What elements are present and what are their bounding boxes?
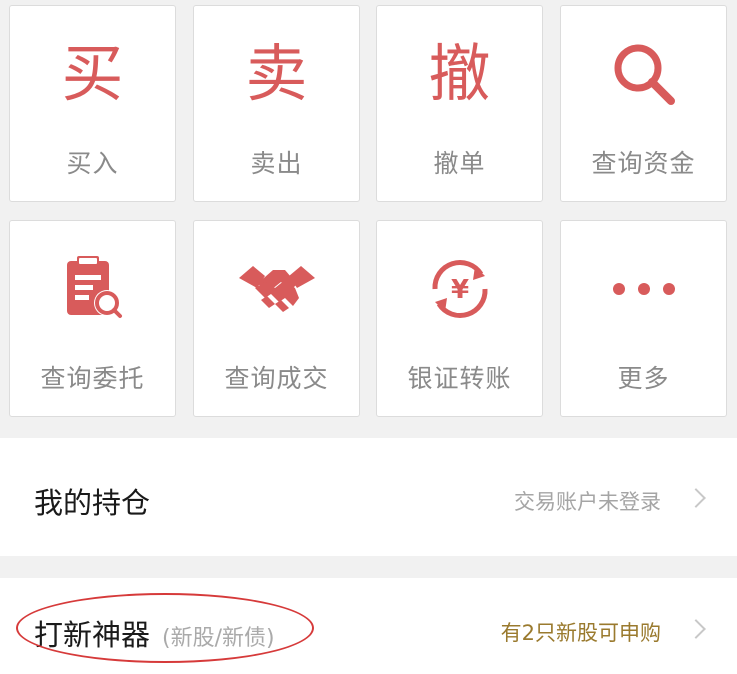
ipo-tool-row[interactable]: 打新神器 (新股/新债) 有2只新股可申购 [0,578,737,674]
sell-label: 卖出 [250,149,303,178]
my-positions-row[interactable]: 我的持仓 交易账户未登录 [0,438,737,556]
query-funds-label: 查询资金 [591,149,696,178]
trade-function-grid: 买 买入 卖 卖出 撤 撤单 查询资金 查询委托 查询成交 ¥ 银证转账 更多 [0,0,737,437]
more-label: 更多 [617,364,670,393]
sell-glyph-icon: 卖 [245,37,308,110]
clipboard-search-icon [10,249,175,329]
yen-transfer-icon: ¥ [377,249,542,329]
buy-label: 买入 [66,149,119,178]
ipo-tool-title-group: 打新神器 (新股/新债) [34,612,275,654]
more-tile[interactable]: 更多 [560,220,727,417]
svg-text:¥: ¥ [450,275,468,305]
query-orders-tile[interactable]: 查询委托 [9,220,176,417]
ipo-tool-title: 打新神器 [34,618,151,652]
my-positions-title: 我的持仓 [34,486,151,520]
cancel-order-label: 撤单 [433,149,486,178]
chevron-right-icon [686,619,706,639]
more-dots-icon [561,249,726,329]
search-icon [561,34,726,114]
buy-glyph-icon: 买 [61,37,124,110]
sell-tile[interactable]: 卖 卖出 [193,5,360,202]
bank-transfer-tile[interactable]: ¥ 银证转账 [376,220,543,417]
query-deals-label: 查询成交 [224,364,329,393]
login-status: 交易账户未登录 [514,490,661,514]
ipo-available-status: 有2只新股可申购 [500,621,661,645]
handshake-icon [194,249,359,329]
query-funds-tile[interactable]: 查询资金 [560,5,727,202]
bank-transfer-label: 银证转账 [407,364,512,393]
ipo-tool-subtitle: (新股/新债) [162,626,275,651]
buy-tile[interactable]: 买 买入 [9,5,176,202]
cancel-order-tile[interactable]: 撤 撤单 [376,5,543,202]
cancel-glyph-icon: 撤 [428,37,491,110]
query-deals-tile[interactable]: 查询成交 [193,220,360,417]
query-orders-label: 查询委托 [40,364,145,393]
chevron-right-icon [686,488,706,508]
